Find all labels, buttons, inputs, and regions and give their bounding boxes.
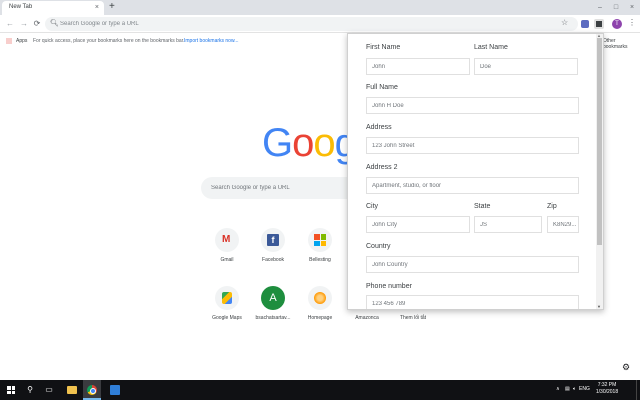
- windows-taskbar: ⚲ ▭ ∧ ▤ 🔈︎ ENG 7:32 PM 1/30/2018: [0, 380, 640, 400]
- other-bookmarks[interactable]: Other bookmarks: [603, 38, 640, 50]
- window-controls: – □ ×: [592, 0, 640, 15]
- full-name-field[interactable]: [366, 97, 579, 114]
- city-field[interactable]: [366, 216, 470, 233]
- tab-title: New Tab: [9, 4, 33, 10]
- profile-avatar[interactable]: T: [612, 19, 622, 29]
- first-name-field[interactable]: [366, 58, 470, 75]
- chrome-icon: [87, 385, 97, 395]
- popup-scrollbar[interactable]: ▲ ▼: [596, 34, 603, 309]
- bookmarks-hint: For quick access, place your bookmarks h…: [33, 38, 185, 44]
- tray-arrow-icon[interactable]: ∧: [556, 386, 560, 392]
- letter-a-icon: A: [261, 286, 285, 310]
- file-explorer-icon[interactable]: [67, 386, 77, 394]
- address2-label: Address 2: [366, 164, 398, 171]
- shortcut-bsachats[interactable]: A bsachatsartav...: [253, 286, 293, 321]
- volume-icon[interactable]: 🔈︎: [573, 386, 576, 392]
- shortcut-add[interactable]: Them lối tắt: [393, 310, 433, 321]
- shortcut-amazonca[interactable]: Amazonca: [347, 310, 387, 321]
- state-label: State: [474, 203, 491, 210]
- shortcut-facebook[interactable]: f Facebook: [253, 228, 293, 263]
- search-icon: 🔍︎: [50, 20, 59, 27]
- zip-label: Zip: [547, 203, 557, 210]
- new-tab-button[interactable]: +: [109, 1, 115, 13]
- clock-date: 1/30/2018: [595, 389, 619, 395]
- microsoft-icon: [314, 234, 326, 246]
- visual-studio-icon[interactable]: [110, 385, 120, 395]
- last-name-label: Last Name: [474, 44, 508, 51]
- maximize-button[interactable]: □: [608, 0, 624, 15]
- shortcut-bellesting[interactable]: Bellesting: [300, 228, 340, 263]
- shortcut-homepage[interactable]: Homepage: [300, 286, 340, 321]
- close-tab-icon[interactable]: ×: [95, 3, 99, 13]
- zip-field[interactable]: [547, 216, 579, 233]
- browser-toolbar: ← → ⟳ 🔍︎ ☆ T ⋮: [0, 15, 640, 33]
- close-window-button[interactable]: ×: [624, 0, 640, 15]
- last-name-field[interactable]: [474, 58, 578, 75]
- minimize-button[interactable]: –: [592, 0, 608, 15]
- shortcut-gmail[interactable]: M Gmail: [207, 228, 247, 263]
- back-arrow-icon[interactable]: ←: [4, 18, 16, 30]
- maps-icon: [222, 292, 232, 304]
- state-field[interactable]: [474, 216, 542, 233]
- facebook-icon: f: [267, 234, 279, 246]
- show-desktop-button[interactable]: [636, 380, 640, 400]
- country-label: Country: [366, 243, 391, 250]
- full-name-label: Full Name: [366, 84, 398, 91]
- address-bar-input[interactable]: [60, 18, 540, 30]
- address-label: Address: [366, 124, 392, 131]
- tab-new-tab[interactable]: New Tab ×: [2, 1, 104, 15]
- network-icon[interactable]: ▤: [565, 386, 570, 392]
- scrollbar-thumb[interactable]: [597, 38, 602, 245]
- extension-icon[interactable]: [581, 20, 589, 28]
- autofill-extension-icon[interactable]: [594, 19, 604, 29]
- tab-strip: New Tab × + – □ ×: [0, 0, 640, 15]
- homepage-icon: [314, 292, 326, 304]
- apps-grid-icon[interactable]: [6, 38, 12, 44]
- address-field[interactable]: [366, 137, 579, 154]
- city-label: City: [366, 203, 379, 210]
- taskbar-clock[interactable]: 7:32 PM 1/30/2018: [590, 382, 624, 396]
- gmail-icon: M: [222, 234, 231, 245]
- windows-start-icon[interactable]: [7, 386, 15, 394]
- country-field[interactable]: [366, 256, 579, 273]
- address2-field[interactable]: [366, 177, 579, 194]
- bookmark-star-icon[interactable]: ☆: [561, 18, 568, 28]
- task-view-icon[interactable]: ▭: [42, 383, 56, 397]
- language-indicator[interactable]: ENG: [579, 386, 590, 392]
- omnibox[interactable]: 🔍︎: [45, 17, 578, 31]
- scroll-down-icon[interactable]: ▼: [597, 305, 601, 309]
- autofill-popup: First Name Last Name Full Name Address A…: [347, 33, 604, 310]
- search-icon[interactable]: ⚲: [23, 383, 37, 397]
- clock-time: 7:32 PM: [597, 382, 617, 388]
- phone-field[interactable]: [366, 295, 579, 309]
- reload-icon[interactable]: ⟳: [31, 18, 43, 30]
- forward-arrow-icon[interactable]: →: [18, 18, 30, 30]
- customize-gear-icon[interactable]: ⚙: [622, 362, 630, 372]
- import-bookmarks-link[interactable]: Import bookmarks now...: [184, 38, 238, 44]
- browser-menu-icon[interactable]: ⋮: [628, 18, 636, 28]
- apps-link[interactable]: Apps: [16, 38, 27, 44]
- phone-label: Phone number: [366, 283, 412, 290]
- first-name-label: First Name: [366, 44, 401, 51]
- shortcut-google-maps[interactable]: Google Maps: [207, 286, 247, 321]
